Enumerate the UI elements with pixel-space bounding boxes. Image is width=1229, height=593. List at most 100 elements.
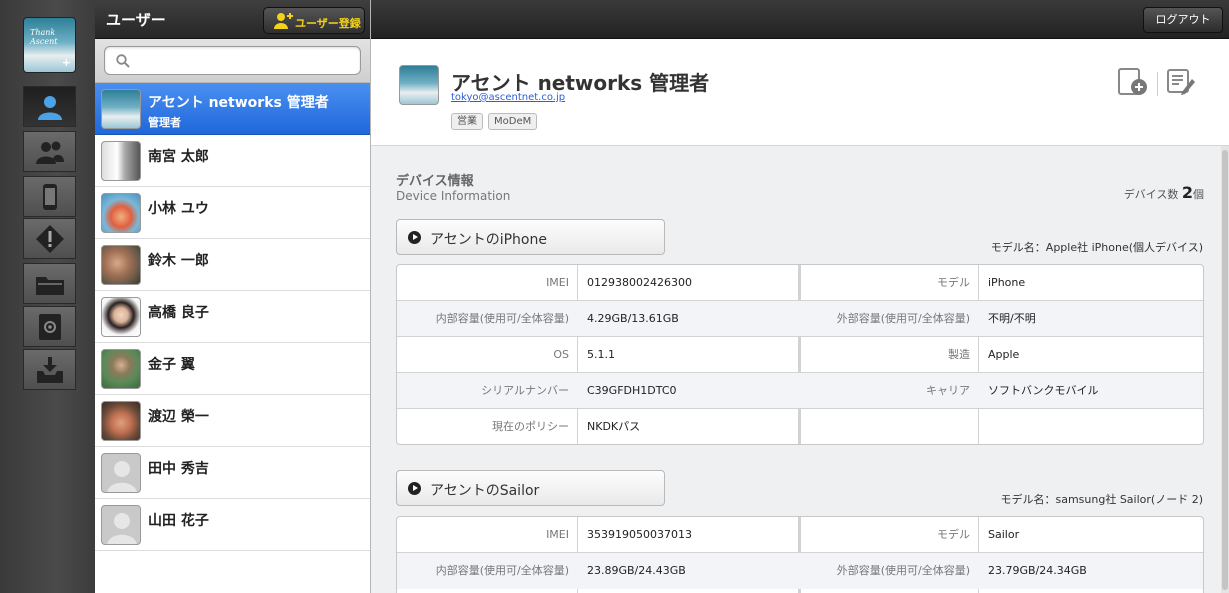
field-label: OS — [553, 348, 569, 361]
avatar — [101, 89, 141, 129]
user-list-item[interactable]: 小林 ユウ — [95, 187, 370, 239]
user-list-item[interactable]: 鈴木 一郎 — [95, 239, 370, 291]
user-name: 田中 秀吉 — [148, 461, 209, 477]
logout-button[interactable]: ログアウト — [1143, 7, 1223, 33]
avatar — [101, 505, 141, 545]
device-name: アセントのSailor — [430, 483, 540, 499]
device-toggle-button[interactable]: アセントのSailor — [396, 470, 665, 506]
section-title: デバイス情報 — [396, 174, 474, 189]
field-label: 現在のポリシー — [492, 420, 569, 433]
folder-icon — [36, 277, 64, 295]
edit-icon[interactable] — [1166, 67, 1196, 97]
device-name: アセントのiPhone — [430, 232, 547, 248]
field-value: ソフトバンクモバイル — [988, 384, 1099, 397]
field-value: NKDKパス — [587, 420, 641, 433]
field-value: 353919050037013 — [587, 528, 692, 541]
field-value: 23.79GB/24.34GB — [988, 564, 1087, 577]
avatar — [101, 193, 141, 233]
table-row: 内部容量(使用可/全体容量) 4.29GB/13.61GB 外部容量(使用可/全… — [397, 301, 1203, 337]
rail-folder-button[interactable] — [23, 263, 76, 304]
play-arrow-icon — [408, 231, 421, 244]
warning-icon — [36, 225, 64, 253]
add-device-icon[interactable] — [1117, 67, 1149, 97]
rail-alert-button[interactable] — [23, 218, 76, 259]
field-value: Apple — [988, 348, 1020, 361]
user-list-item[interactable]: 南宮 太郎 — [95, 135, 370, 187]
user-list-item[interactable]: アセント networks 管理者 管理者 — [95, 83, 370, 135]
register-user-button[interactable]: ユーザー登録 — [263, 7, 365, 34]
field-label: シリアルナンバー — [481, 384, 569, 397]
field-label: 内部容量(使用可/全体容量) — [435, 564, 569, 577]
default-avatar-icon — [107, 461, 137, 492]
user-icon — [38, 96, 62, 120]
user-name: 金子 翼 — [148, 357, 195, 373]
avatar — [101, 245, 141, 285]
user-list-item[interactable]: 金子 翼 — [95, 343, 370, 395]
user-name: アセント networks 管理者 — [148, 95, 329, 111]
device-info-table: IMEI 012938002426300 モデル iPhone 内部容量(使用可… — [396, 264, 1204, 445]
main-content: アセント networks 管理者 tokyo@ascentnet.co.jp … — [371, 39, 1229, 593]
search-icon — [116, 54, 130, 68]
table-row: IMEI 012938002426300 モデル iPhone — [397, 265, 1203, 301]
user-list-item[interactable]: 高橋 良子 — [95, 291, 370, 343]
field-label: 外部容量(使用可/全体容量) — [836, 564, 970, 577]
user-list-item[interactable]: 山田 花子 — [95, 499, 370, 551]
user-name: 高橋 良子 — [148, 305, 209, 321]
section-subtitle: Device Information — [396, 189, 511, 203]
users-panel: ユーザー ユーザー登録 アセント networks 管理者 管理者 南宮 太郎 … — [95, 0, 371, 593]
rail-user-button[interactable] — [23, 86, 76, 127]
rail-device-button[interactable] — [23, 176, 76, 217]
avatar — [101, 401, 141, 441]
users-title: ユーザー — [106, 11, 166, 29]
table-row: IMEI 353919050037013 モデル Sailor — [397, 517, 1203, 553]
device-toggle-button[interactable]: アセントのiPhone — [396, 219, 665, 255]
device-count-value: 2 — [1181, 183, 1193, 202]
device-count: デバイス数 2個 — [1124, 183, 1204, 202]
scrollbar[interactable] — [1221, 146, 1229, 593]
field-label: IMEI — [546, 276, 569, 289]
profile-avatar — [399, 65, 439, 105]
download-tray-icon — [37, 357, 63, 383]
field-label: IMEI — [546, 528, 569, 541]
add-user-icon — [274, 13, 293, 29]
user-role: 管理者 — [148, 116, 181, 129]
address-book-icon — [39, 314, 61, 340]
scrollbar-thumb[interactable] — [1222, 150, 1228, 590]
profile-email-link[interactable]: tokyo@ascentnet.co.jp — [451, 92, 565, 103]
users-header: ユーザー ユーザー登録 — [95, 0, 370, 39]
avatar — [101, 141, 141, 181]
app-logo[interactable]: Thank Ascent + — [23, 17, 76, 73]
field-value: 5.1.1 — [587, 348, 615, 361]
device-info-table: IMEI 353919050037013 モデル Sailor 内部容量(使用可… — [396, 516, 1204, 593]
search-input[interactable] — [104, 46, 361, 75]
rail-users-button[interactable] — [23, 131, 76, 172]
field-label: 内部容量(使用可/全体容量) — [435, 312, 569, 325]
profile-header: アセント networks 管理者 tokyo@ascentnet.co.jp … — [371, 39, 1229, 146]
avatar — [101, 349, 141, 389]
device-count-unit: 個 — [1193, 188, 1204, 201]
default-avatar-icon — [107, 513, 137, 544]
register-user-label: ユーザー登録 — [295, 17, 361, 30]
field-value: 23.89GB/24.43GB — [587, 564, 686, 577]
user-name: 小林 ユウ — [148, 201, 209, 217]
rail-address-button[interactable] — [23, 306, 76, 347]
user-name: 鈴木 一郎 — [148, 253, 209, 269]
table-row: OS 5.1.1 製造 Apple — [397, 337, 1203, 373]
user-list-item[interactable]: 渡辺 榮一 — [95, 395, 370, 447]
left-rail: Thank Ascent + — [0, 0, 95, 593]
app-window: Thank Ascent + ユーザー ユーザー登録 アセント networks… — [0, 0, 1229, 593]
device-model-line: モデル名：Apple社 iPhone(個人デバイス) — [990, 241, 1203, 254]
divider — [1157, 72, 1158, 96]
table-row: シリアルナンバー C39GFDH1DTC0 キャリア ソフトバンクモバイル — [397, 373, 1203, 409]
profile-tag: 営業 — [451, 113, 483, 130]
field-value: Sailor — [988, 528, 1020, 541]
avatar — [101, 297, 141, 337]
user-name: 南宮 太郎 — [148, 149, 209, 165]
field-label: 製造 — [948, 348, 970, 361]
device-count-label: デバイス数 — [1123, 188, 1179, 201]
user-list-item[interactable]: 田中 秀吉 — [95, 447, 370, 499]
top-bar: ログアウト — [371, 0, 1229, 39]
plus-icon: + — [61, 56, 71, 69]
rail-download-button[interactable] — [23, 349, 76, 390]
field-label: モデル — [937, 276, 970, 289]
